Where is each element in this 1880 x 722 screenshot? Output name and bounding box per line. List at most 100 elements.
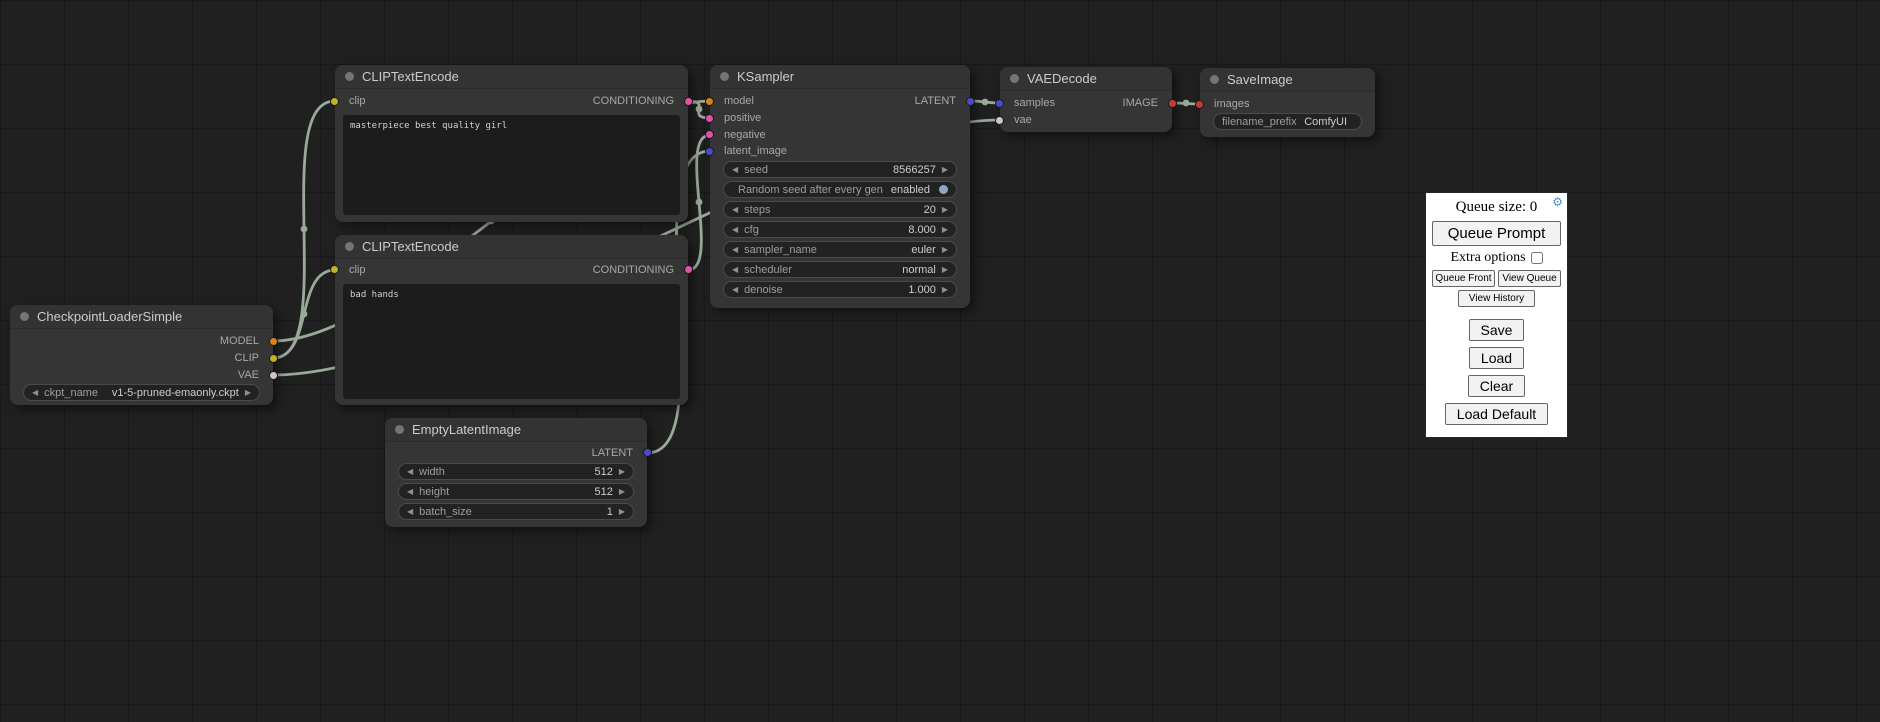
node-title-bar[interactable]: CheckpointLoaderSimple — [10, 305, 273, 329]
decrement-arrow-icon[interactable]: ◀ — [407, 488, 413, 496]
view-queue-button[interactable]: View Queue — [1498, 270, 1561, 287]
node-clip-text-encode-positive[interactable]: CLIPTextEncode clip CONDITIONING masterp… — [335, 65, 688, 222]
prev-value-arrow-icon[interactable]: ◀ — [732, 246, 738, 254]
widget-filename-prefix[interactable]: filename_prefix ComfyUI — [1213, 113, 1362, 130]
increment-arrow-icon[interactable]: ▶ — [619, 468, 625, 476]
node-title-bar[interactable]: EmptyLatentImage — [385, 418, 647, 442]
widget-label: scheduler — [744, 264, 792, 276]
menu-panel[interactable]: ⚙ Queue size: 0 Queue Prompt Extra optio… — [1425, 192, 1568, 438]
node-empty-latent-image[interactable]: EmptyLatentImage LATENT ◀ width 512 ▶ ◀ … — [385, 418, 647, 527]
slot-label-images-input: images — [1214, 97, 1249, 111]
node-title: EmptyLatentImage — [412, 422, 521, 437]
link-midpoint-dot — [696, 106, 703, 113]
clear-button[interactable]: Clear — [1468, 375, 1525, 397]
widget-sampler-name[interactable]: ◀ sampler_name euler ▶ — [723, 241, 957, 258]
queue-front-button[interactable]: Queue Front — [1432, 270, 1495, 287]
increment-arrow-icon[interactable]: ▶ — [619, 508, 625, 516]
port-conditioning-output[interactable] — [684, 97, 693, 106]
save-button[interactable]: Save — [1469, 319, 1525, 341]
decrement-arrow-icon[interactable]: ◀ — [732, 226, 738, 234]
prev-value-arrow-icon[interactable]: ◀ — [732, 266, 738, 274]
increment-arrow-icon[interactable]: ▶ — [942, 206, 948, 214]
widget-steps[interactable]: ◀ steps 20 ▶ — [723, 201, 957, 218]
port-clip-input[interactable] — [330, 97, 339, 106]
increment-arrow-icon[interactable]: ▶ — [942, 226, 948, 234]
positive-prompt-textarea[interactable]: masterpiece best quality girl — [343, 115, 680, 215]
toggle-indicator[interactable] — [939, 185, 948, 194]
load-button[interactable]: Load — [1469, 347, 1524, 369]
increment-arrow-icon[interactable]: ▶ — [619, 488, 625, 496]
node-save-image[interactable]: SaveImage images filename_prefix ComfyUI — [1200, 68, 1375, 137]
widget-random-seed-toggle[interactable]: Random seed after every gen enabled — [723, 181, 957, 198]
increment-arrow-icon[interactable]: ▶ — [942, 166, 948, 174]
port-model-input[interactable] — [705, 97, 714, 106]
node-collapse-dot[interactable] — [1010, 74, 1019, 83]
link-midpoint-dot — [982, 99, 989, 106]
node-title-bar[interactable]: CLIPTextEncode — [335, 65, 688, 89]
slot-label-clip-input: clip — [349, 263, 366, 277]
port-conditioning-output[interactable] — [684, 265, 693, 274]
port-latent-output[interactable] — [966, 97, 975, 106]
negative-prompt-textarea[interactable]: bad hands — [343, 284, 680, 399]
node-ksampler[interactable]: KSampler model positive negative latent_… — [710, 65, 970, 308]
widget-batch-size[interactable]: ◀ batch_size 1 ▶ — [398, 503, 634, 520]
port-positive-input[interactable] — [705, 114, 714, 123]
widget-seed[interactable]: ◀ seed 8566257 ▶ — [723, 161, 957, 178]
widget-label: Random seed after every gen — [732, 184, 883, 196]
node-title-bar[interactable]: KSampler — [710, 65, 970, 89]
port-model-output[interactable] — [269, 337, 278, 346]
queue-size-label: Queue size: 0 — [1456, 199, 1538, 216]
queue-prompt-button[interactable]: Queue Prompt — [1432, 221, 1561, 246]
port-samples-input[interactable] — [995, 99, 1004, 108]
port-latent-image-input[interactable] — [705, 147, 714, 156]
node-clip-text-encode-negative[interactable]: CLIPTextEncode clip CONDITIONING bad han… — [335, 235, 688, 405]
port-latent-output[interactable] — [643, 448, 652, 457]
port-image-output[interactable] — [1168, 99, 1177, 108]
decrement-arrow-icon[interactable]: ◀ — [732, 206, 738, 214]
port-negative-input[interactable] — [705, 130, 714, 139]
port-vae-output[interactable] — [269, 371, 278, 380]
view-history-button[interactable]: View History — [1458, 290, 1535, 307]
widget-height[interactable]: ◀ height 512 ▶ — [398, 483, 634, 500]
load-default-button[interactable]: Load Default — [1445, 403, 1548, 425]
node-collapse-dot[interactable] — [345, 242, 354, 251]
increment-arrow-icon[interactable]: ▶ — [942, 286, 948, 294]
decrement-arrow-icon[interactable]: ◀ — [407, 508, 413, 516]
port-clip-input[interactable] — [330, 265, 339, 274]
settings-gear-icon[interactable]: ⚙ — [1552, 196, 1563, 208]
widget-scheduler[interactable]: ◀ scheduler normal ▶ — [723, 261, 957, 278]
next-value-arrow-icon[interactable]: ▶ — [942, 266, 948, 274]
node-title-bar[interactable]: SaveImage — [1200, 68, 1375, 92]
prev-value-arrow-icon[interactable]: ◀ — [32, 389, 38, 397]
decrement-arrow-icon[interactable]: ◀ — [732, 166, 738, 174]
widget-denoise[interactable]: ◀ denoise 1.000 ▶ — [723, 281, 957, 298]
extra-options-checkbox[interactable] — [1531, 252, 1543, 264]
widget-cfg[interactable]: ◀ cfg 8.000 ▶ — [723, 221, 957, 238]
port-vae-input[interactable] — [995, 116, 1004, 125]
widget-width[interactable]: ◀ width 512 ▶ — [398, 463, 634, 480]
widget-value: enabled — [891, 184, 930, 196]
node-title: KSampler — [737, 69, 794, 84]
node-checkpoint-loader-simple[interactable]: CheckpointLoaderSimple MODEL CLIP VAE ◀ … — [10, 305, 273, 405]
node-vae-decode[interactable]: VAEDecode samples vae IMAGE — [1000, 67, 1172, 132]
slot-label-clip-input: clip — [349, 94, 366, 108]
graph-canvas[interactable]: CheckpointLoaderSimple MODEL CLIP VAE ◀ … — [0, 0, 1880, 722]
link-midpoint-dot — [301, 311, 308, 318]
node-collapse-dot[interactable] — [20, 312, 29, 321]
decrement-arrow-icon[interactable]: ◀ — [407, 468, 413, 476]
node-collapse-dot[interactable] — [1210, 75, 1219, 84]
next-value-arrow-icon[interactable]: ▶ — [942, 246, 948, 254]
slot-label-samples-input: samples — [1014, 96, 1055, 110]
widget-value: euler — [911, 244, 935, 256]
port-images-input[interactable] — [1195, 100, 1204, 109]
node-collapse-dot[interactable] — [720, 72, 729, 81]
node-title-bar[interactable]: VAEDecode — [1000, 67, 1172, 91]
node-collapse-dot[interactable] — [395, 425, 404, 434]
widget-ckpt-name[interactable]: ◀ ckpt_name v1-5-pruned-emaonly.ckpt ▶ — [23, 384, 260, 401]
next-value-arrow-icon[interactable]: ▶ — [245, 389, 251, 397]
port-clip-output[interactable] — [269, 354, 278, 363]
node-collapse-dot[interactable] — [345, 72, 354, 81]
widget-label: width — [419, 466, 445, 478]
node-title-bar[interactable]: CLIPTextEncode — [335, 235, 688, 259]
decrement-arrow-icon[interactable]: ◀ — [732, 286, 738, 294]
